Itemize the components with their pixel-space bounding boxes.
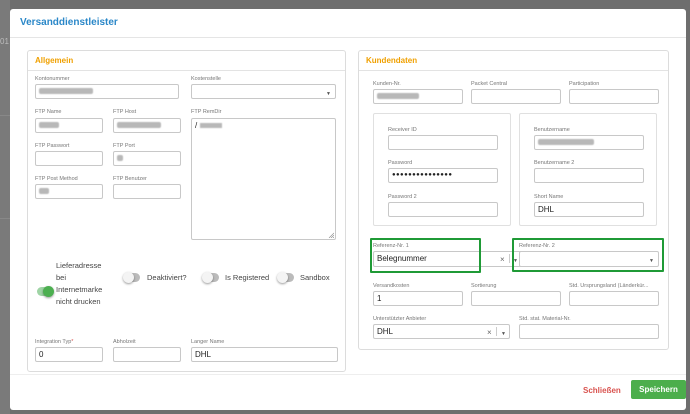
langer-name-input[interactable]: DHL bbox=[191, 347, 338, 362]
chevron-down-icon: ▼ bbox=[501, 331, 506, 337]
panel-divider bbox=[359, 70, 668, 71]
referenz2-highlight bbox=[512, 238, 664, 272]
ftp-benutzer-input[interactable] bbox=[113, 184, 181, 199]
packet-central-input[interactable] bbox=[471, 89, 561, 104]
kontonummer-label: Kontonummer bbox=[35, 76, 70, 82]
password-input[interactable]: ●●●●●●●●●●●●●●● bbox=[388, 168, 498, 183]
ursprungsland-label: Std. Ursprungsland (Länderkür... bbox=[569, 283, 649, 289]
sortierung-input[interactable] bbox=[471, 291, 561, 306]
carrier-modal: Versanddienstleister Allgemein Kontonumm… bbox=[10, 9, 686, 410]
ftp-name-label: FTP Name bbox=[35, 109, 62, 115]
ftp-post-method-label: FTP Post Method bbox=[35, 176, 78, 182]
password2-label: Password 2 bbox=[388, 194, 417, 200]
ftp-name-input[interactable] bbox=[35, 118, 103, 133]
receiver-subpanel: Receiver ID Password ●●●●●●●●●●●●●●● Pas… bbox=[373, 113, 511, 226]
material-nr-label: Std. stat. Material-Nr. bbox=[519, 316, 571, 322]
allgemein-panel: Allgemein Kontonummer Kostenstelle ▼ FTP… bbox=[27, 50, 346, 372]
save-button[interactable]: Speichern bbox=[631, 380, 686, 399]
is-registered-toggle[interactable] bbox=[202, 272, 219, 283]
short-name-label: Short Name bbox=[534, 194, 564, 200]
receiver-id-label: Receiver ID bbox=[388, 127, 417, 133]
kunden-nr-input[interactable] bbox=[373, 89, 463, 104]
footer-divider bbox=[10, 374, 686, 375]
participation-label: Participation bbox=[569, 81, 600, 87]
abholzeit-label: Abholzeit bbox=[113, 339, 136, 345]
background-text: 01 bbox=[0, 37, 9, 46]
packet-central-label: Packet Central bbox=[471, 81, 508, 87]
clear-icon[interactable]: × bbox=[487, 326, 492, 338]
receiver-id-input[interactable] bbox=[388, 135, 498, 150]
close-button[interactable]: Schließen bbox=[583, 386, 621, 395]
lieferadresse-toggle[interactable] bbox=[37, 286, 54, 297]
ftp-benutzer-label: FTP Benutzer bbox=[113, 176, 147, 182]
ftp-port-label: FTP Port bbox=[113, 143, 135, 149]
password-label: Password bbox=[388, 160, 413, 166]
unterstuetzter-anbieter-label: Unterstützter Anbieter bbox=[373, 316, 427, 322]
kundendaten-panel: Kundendaten Kunden-Nr. Packet Central Pa… bbox=[358, 50, 669, 350]
kundendaten-title: Kundendaten bbox=[366, 56, 418, 65]
header-divider bbox=[10, 37, 686, 38]
benutzername-label: Benutzername bbox=[534, 127, 570, 133]
ftp-passwort-label: FTP Passwort bbox=[35, 143, 70, 149]
ftp-host-label: FTP Host bbox=[113, 109, 137, 115]
ftp-host-input[interactable] bbox=[113, 118, 181, 133]
benutzer-subpanel: Benutzername Benutzername 2 Short Name D… bbox=[519, 113, 657, 226]
abholzeit-input[interactable] bbox=[113, 347, 181, 362]
kostenstelle-label: Kostenstelle bbox=[191, 76, 221, 82]
allgemein-title: Allgemein bbox=[35, 56, 74, 65]
versandkosten-label: Versandkosten bbox=[373, 283, 410, 289]
ftp-remdir-value: / bbox=[195, 121, 198, 130]
sandbox-label: Sandbox bbox=[300, 273, 330, 282]
versandkosten-input[interactable]: 1 bbox=[373, 291, 463, 306]
background-page: 01 bbox=[0, 0, 10, 414]
ftp-passwort-input[interactable] bbox=[35, 151, 103, 166]
unterstuetzter-anbieter-value: DHL bbox=[377, 327, 394, 336]
ftp-remdir-textarea[interactable]: / bbox=[191, 118, 336, 240]
referenz1-highlight bbox=[370, 238, 481, 273]
ftp-remdir-label: FTP RemDir bbox=[191, 109, 222, 115]
kontonummer-input[interactable] bbox=[35, 84, 179, 99]
benutzername2-input[interactable] bbox=[534, 168, 644, 183]
password2-input[interactable] bbox=[388, 202, 498, 217]
langer-name-label: Langer Name bbox=[191, 339, 225, 345]
participation-input[interactable] bbox=[569, 89, 659, 104]
integration-typ-label: Integration Typ* bbox=[35, 339, 74, 345]
ursprungsland-input[interactable] bbox=[569, 291, 659, 306]
material-nr-input[interactable] bbox=[519, 324, 659, 339]
clear-icon[interactable]: × bbox=[500, 253, 505, 266]
resize-handle-icon[interactable] bbox=[328, 232, 334, 238]
is-registered-label: Is Registered bbox=[225, 273, 270, 282]
integration-typ-input[interactable]: 0 bbox=[35, 347, 103, 362]
chevron-down-icon: ▼ bbox=[326, 91, 331, 97]
modal-title: Versanddienstleister bbox=[20, 17, 118, 28]
kostenstelle-select[interactable]: ▼ bbox=[191, 84, 336, 99]
benutzername-input[interactable] bbox=[534, 135, 644, 150]
panel-divider bbox=[28, 70, 345, 71]
kunden-nr-label: Kunden-Nr. bbox=[373, 81, 401, 87]
deaktiviert-toggle[interactable] bbox=[123, 272, 140, 283]
background-divider bbox=[0, 115, 10, 116]
benutzername2-label: Benutzername 2 bbox=[534, 160, 575, 166]
unterstuetzter-anbieter-select[interactable]: DHL × ▼ bbox=[373, 324, 510, 339]
sandbox-toggle[interactable] bbox=[277, 272, 294, 283]
ftp-port-input[interactable] bbox=[113, 151, 181, 166]
ftp-post-method-input[interactable] bbox=[35, 184, 103, 199]
deaktiviert-label: Deaktiviert? bbox=[147, 273, 187, 282]
background-divider bbox=[0, 218, 10, 219]
short-name-input[interactable]: DHL bbox=[534, 202, 644, 217]
sortierung-label: Sortierung bbox=[471, 283, 497, 289]
